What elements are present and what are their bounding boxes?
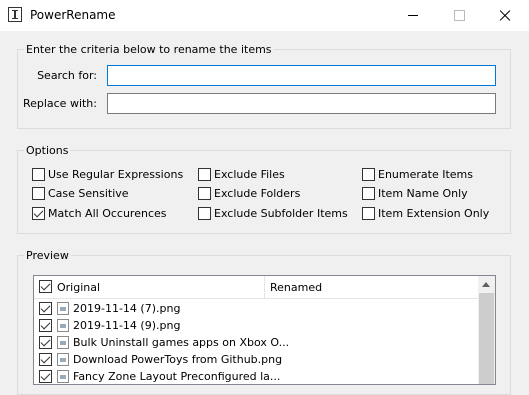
match-all-checkbox[interactable] bbox=[32, 207, 45, 220]
exclude-subfolder-label[interactable]: Exclude Subfolder Items bbox=[214, 207, 348, 220]
row-checkbox[interactable] bbox=[39, 336, 52, 349]
vertical-scrollbar[interactable] bbox=[478, 276, 495, 384]
case-sensitive-label[interactable]: Case Sensitive bbox=[48, 187, 129, 200]
preview-list[interactable]: Original Renamed 2019-11-14 (7).png 2019… bbox=[33, 275, 496, 385]
match-all-label[interactable]: Match All Occurences bbox=[48, 207, 167, 220]
minimize-button[interactable] bbox=[390, 0, 436, 31]
exclude-folders-checkbox[interactable] bbox=[198, 187, 211, 200]
scroll-up-arrow-icon[interactable] bbox=[482, 282, 490, 287]
select-all-checkbox[interactable] bbox=[39, 280, 52, 293]
image-file-icon bbox=[57, 336, 69, 349]
replace-input[interactable] bbox=[107, 93, 496, 114]
use-regex-checkbox[interactable] bbox=[32, 168, 45, 181]
row-checkbox[interactable] bbox=[39, 302, 52, 315]
image-file-icon bbox=[57, 353, 69, 366]
enumerate-items-checkbox[interactable] bbox=[362, 168, 375, 181]
row-original-name: 2019-11-14 (9).png bbox=[73, 319, 181, 332]
search-label: Search for: bbox=[37, 69, 97, 82]
search-input[interactable] bbox=[107, 65, 496, 86]
list-item[interactable]: Fancy Zone Layout Preconfigured la... bbox=[34, 369, 478, 384]
list-header: Original Renamed bbox=[34, 276, 478, 299]
exclude-files-label[interactable]: Exclude Files bbox=[214, 168, 285, 181]
item-extension-only-checkbox[interactable] bbox=[362, 207, 375, 220]
criteria-group bbox=[17, 49, 511, 129]
exclude-folders-label[interactable]: Exclude Folders bbox=[214, 187, 300, 200]
window-title: PowerRename bbox=[30, 8, 116, 22]
replace-label: Replace with: bbox=[22, 97, 97, 110]
row-checkbox[interactable] bbox=[39, 370, 52, 383]
list-item[interactable]: 2019-11-14 (7).png bbox=[34, 301, 478, 318]
exclude-subfolder-checkbox[interactable] bbox=[198, 207, 211, 220]
options-legend: Options bbox=[24, 144, 71, 157]
column-divider[interactable] bbox=[264, 276, 265, 298]
item-name-only-label[interactable]: Item Name Only bbox=[378, 187, 468, 200]
criteria-legend: Enter the criteria below to rename the i… bbox=[24, 43, 274, 56]
row-original-name: Download PowerToys from Github.png bbox=[73, 353, 283, 366]
exclude-files-checkbox[interactable] bbox=[198, 168, 211, 181]
column-renamed[interactable]: Renamed bbox=[270, 281, 322, 294]
image-file-icon bbox=[57, 370, 69, 383]
item-name-only-checkbox[interactable] bbox=[362, 187, 375, 200]
row-checkbox[interactable] bbox=[39, 353, 52, 366]
title-bar[interactable]: PowerRename bbox=[0, 0, 529, 31]
list-item[interactable]: Download PowerToys from Github.png bbox=[34, 352, 478, 369]
maximize-button[interactable] bbox=[436, 0, 482, 31]
image-file-icon bbox=[57, 319, 69, 332]
row-checkbox[interactable] bbox=[39, 319, 52, 332]
powerrename-app-icon bbox=[8, 7, 22, 22]
list-item[interactable]: 2019-11-14 (9).png bbox=[34, 318, 478, 335]
case-sensitive-checkbox[interactable] bbox=[32, 187, 45, 200]
row-original-name: 2019-11-14 (7).png bbox=[73, 302, 181, 315]
image-file-icon bbox=[57, 302, 69, 315]
column-original[interactable]: Original bbox=[57, 281, 100, 294]
scrollbar-thumb[interactable] bbox=[479, 293, 494, 384]
row-original-name: Bulk Uninstall games apps on Xbox O... bbox=[73, 336, 290, 349]
use-regex-label[interactable]: Use Regular Expressions bbox=[48, 168, 183, 181]
list-item[interactable]: Bulk Uninstall games apps on Xbox O... bbox=[34, 335, 478, 352]
enumerate-items-label[interactable]: Enumerate Items bbox=[378, 168, 473, 181]
close-button[interactable] bbox=[482, 0, 528, 31]
preview-legend: Preview bbox=[24, 249, 71, 262]
item-extension-only-label[interactable]: Item Extension Only bbox=[378, 207, 489, 220]
row-original-name: Fancy Zone Layout Preconfigured la... bbox=[73, 370, 281, 383]
